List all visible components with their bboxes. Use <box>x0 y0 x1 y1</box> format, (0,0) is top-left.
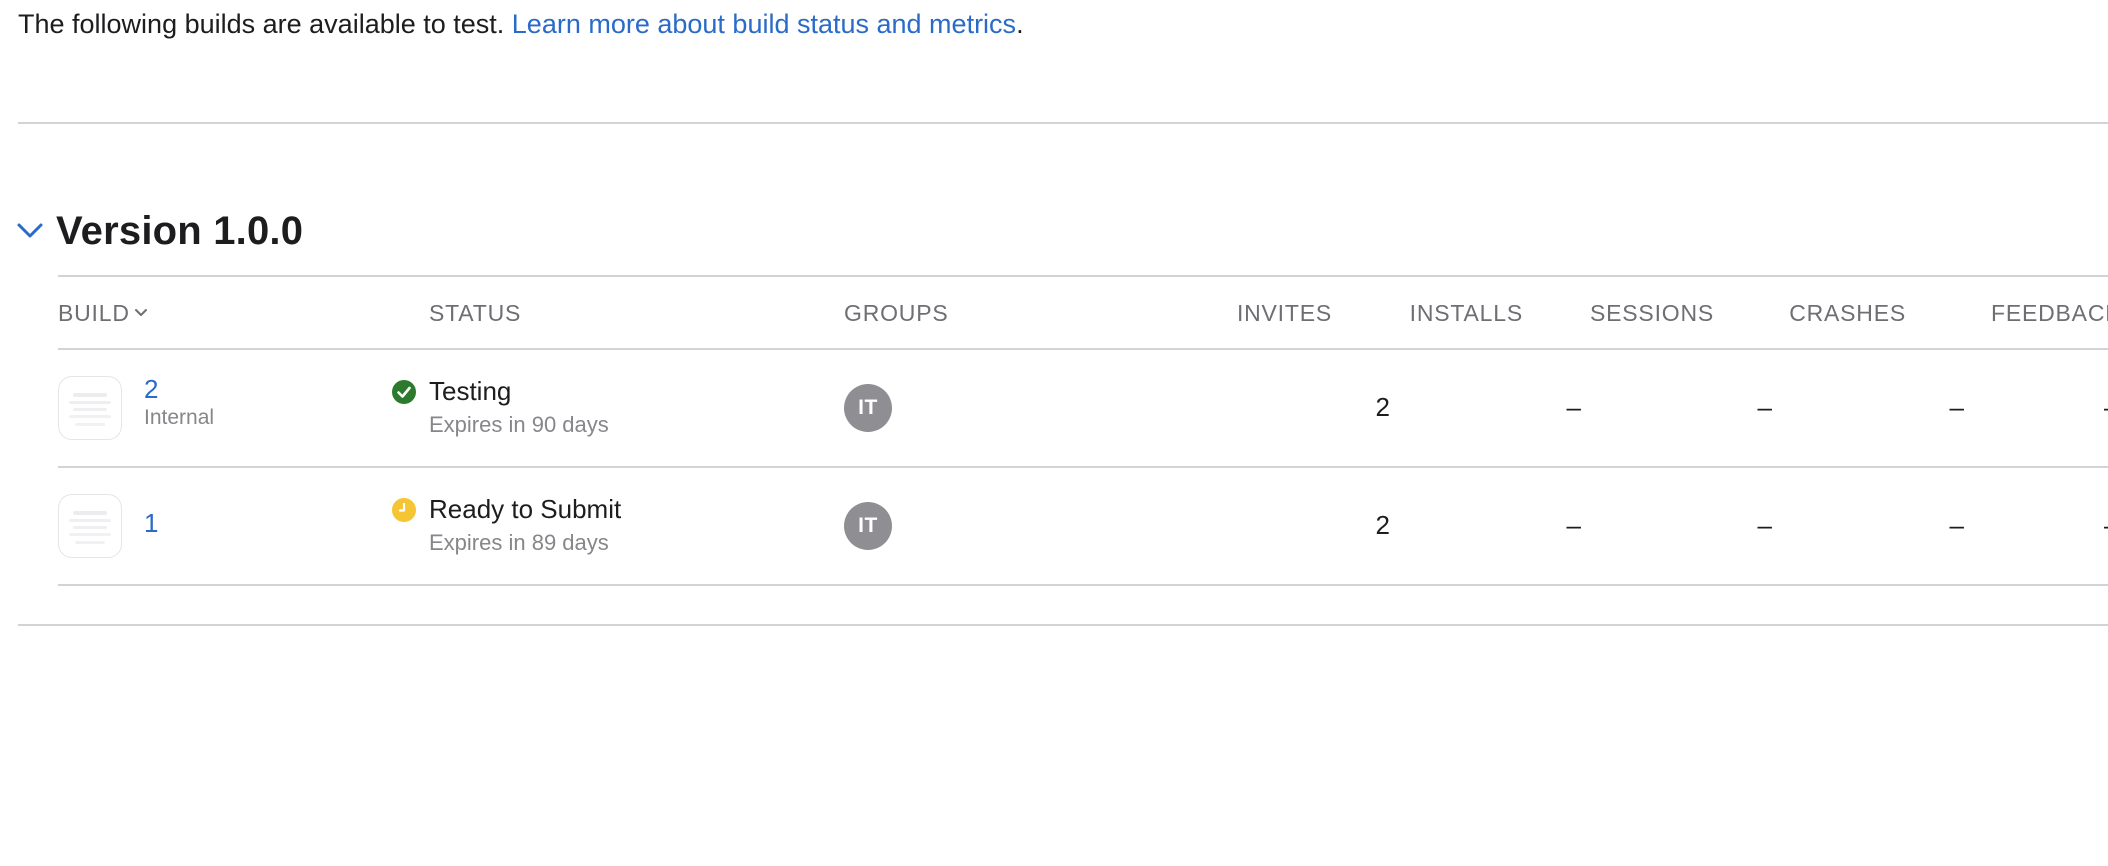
intro-suffix: . <box>1016 9 1024 39</box>
group-avatar[interactable]: IT <box>844 502 892 550</box>
clock-circle-icon <box>392 498 416 522</box>
invites-value: 2 <box>1375 510 1390 540</box>
feedback-value: – <box>2104 390 2108 424</box>
group-avatar[interactable]: IT <box>844 384 892 432</box>
build-number-link[interactable]: 2 <box>144 374 158 405</box>
table-row[interactable]: 2 Internal Testing Expires in 90 days IT… <box>58 350 2108 467</box>
invites-value: 2 <box>1375 392 1390 422</box>
chevron-down-icon <box>134 309 147 316</box>
row-divider <box>58 584 2108 586</box>
column-header-invites: INVITES <box>1236 300 1332 326</box>
installs-value: – <box>1566 392 1581 422</box>
build-number-link[interactable]: 1 <box>144 508 158 539</box>
installs-value: – <box>1566 510 1581 540</box>
column-header-groups: GROUPS <box>844 300 949 326</box>
column-header-build[interactable]: BUILD <box>58 298 148 328</box>
expiry-text: Expires in 90 days <box>429 412 609 437</box>
feedback-value: – <box>2104 508 2108 542</box>
section-bottom-divider <box>18 624 2108 626</box>
crashes-value: – <box>1949 392 1964 422</box>
app-icon <box>58 494 122 558</box>
status-label: Ready to Submit <box>429 494 622 524</box>
top-divider <box>18 122 2108 124</box>
build-subtitle: Internal <box>144 406 215 429</box>
checkmark-circle-icon <box>392 380 416 404</box>
column-header-crashes: CRASHES <box>1789 300 1906 326</box>
collapse-version-button[interactable] <box>14 215 46 247</box>
column-header-installs: INSTALLS <box>1409 300 1523 326</box>
sort-build-button[interactable]: BUILD <box>58 298 148 328</box>
table-row[interactable]: 1 Ready to Submit Expires in 89 days IT … <box>58 468 2108 585</box>
column-build-label: BUILD <box>58 300 130 326</box>
app-icon <box>58 376 122 440</box>
column-header-status: STATUS <box>429 300 522 326</box>
column-header-sessions: SESSIONS <box>1590 300 1714 326</box>
version-header: Version 1.0.0 <box>14 205 303 257</box>
intro-text: The following builds are available to te… <box>18 6 1024 42</box>
version-divider <box>58 275 2108 277</box>
crashes-value: – <box>1949 510 1964 540</box>
chevron-down-icon <box>17 223 43 238</box>
status-label: Testing <box>429 376 512 406</box>
version-title: Version 1.0.0 <box>56 208 304 253</box>
sessions-value: – <box>1757 392 1772 422</box>
sessions-value: – <box>1757 510 1772 540</box>
column-header-feedback: FEEDBACK <box>1991 300 2108 326</box>
expiry-text: Expires in 89 days <box>429 530 609 555</box>
intro-sentence: The following builds are available to te… <box>18 9 512 39</box>
learn-more-link[interactable]: Learn more about build status and metric… <box>512 9 1016 39</box>
